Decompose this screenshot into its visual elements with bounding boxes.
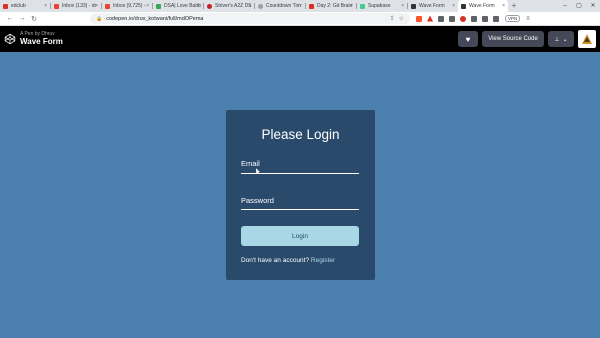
- no-account-text: Don't have an account?: [241, 257, 310, 264]
- browser-tab[interactable]: edclub ×: [0, 0, 50, 12]
- gmail-icon: [105, 3, 110, 9]
- view-source-button[interactable]: View Source Code: [482, 31, 544, 47]
- bookmark-star-icon[interactable]: ☆: [399, 15, 404, 22]
- heart-icon: ♥: [465, 34, 471, 44]
- tab-label: Wave Form: [419, 3, 445, 9]
- extension-icon[interactable]: [438, 15, 444, 22]
- url-text: codepen.io/druv_kotwani/full/mdOPema: [106, 15, 204, 22]
- address-bar[interactable]: 🔒 codepen.io/druv_kotwani/full/mdOPema ⇪…: [90, 13, 410, 24]
- browser-tab[interactable]: DSA| Love Babb ×: [153, 0, 203, 12]
- gmail-icon: [54, 3, 59, 9]
- browser-tab[interactable]: Day 2: Git Brain ×: [306, 0, 356, 12]
- back-icon[interactable]: ←: [4, 15, 16, 22]
- browser-tab[interactable]: Inbox (9,725) - ×: [102, 0, 152, 12]
- close-tab-icon[interactable]: ×: [248, 3, 251, 9]
- extensions-area: [416, 15, 499, 22]
- window-controls: – ▢ ✕: [558, 0, 600, 12]
- codepen-icon: [411, 3, 416, 9]
- login-button[interactable]: Login: [241, 226, 359, 246]
- youtube-icon: [309, 3, 314, 9]
- sheets-icon: [156, 3, 161, 9]
- header-actions: ♥ View Source Code ⊥ ⌄: [458, 30, 596, 48]
- sidebar-icon[interactable]: [482, 15, 488, 22]
- maximize-icon[interactable]: ▢: [572, 0, 586, 12]
- email-field[interactable]: [241, 173, 359, 174]
- browser-tab-active[interactable]: Wave Form ×: [458, 0, 508, 12]
- browser-tab[interactable]: Supabase ×: [357, 0, 407, 12]
- register-prompt: Don't have an account? Register: [241, 257, 335, 264]
- share-icon[interactable]: ⇪: [390, 15, 395, 22]
- tab-label: Day 2: Git Brain: [317, 3, 353, 9]
- browser-tab[interactable]: Striver's A2Z DS ×: [204, 0, 254, 12]
- chevron-down-icon: ⌄: [562, 36, 568, 43]
- close-tab-icon[interactable]: ×: [401, 3, 404, 9]
- minimize-icon[interactable]: –: [558, 0, 572, 12]
- close-tab-icon[interactable]: ×: [44, 3, 47, 9]
- tab-label: Supabase: [368, 3, 391, 9]
- tab-label: Inbox (9,725) -: [113, 3, 146, 9]
- login-title: Please Login: [261, 127, 340, 142]
- close-tab-icon[interactable]: ×: [95, 3, 98, 9]
- user-avatar-icon: [582, 34, 592, 44]
- tab-label: Wave Form: [469, 3, 495, 9]
- lock-icon[interactable]: 🔒: [96, 16, 102, 22]
- pin-icon: ⊥: [554, 36, 560, 43]
- codepen-icon: [461, 3, 466, 9]
- puzzle-icon[interactable]: [471, 15, 477, 22]
- pin-button[interactable]: ⊥ ⌄: [548, 31, 574, 47]
- codepen-header: A Pen by Dhruv Wave Form ♥ View Source C…: [0, 26, 600, 52]
- password-label: Password: [241, 196, 274, 205]
- close-tab-icon[interactable]: ×: [350, 3, 353, 9]
- close-tab-icon[interactable]: ×: [197, 3, 200, 9]
- close-window-icon[interactable]: ✕: [586, 0, 600, 12]
- menu-icon[interactable]: ≡: [526, 16, 530, 22]
- register-link[interactable]: Register: [311, 257, 335, 264]
- browser-tab[interactable]: Countdown Tim ×: [255, 0, 305, 12]
- browser-toolbar: ← → ↻ 🔒 codepen.io/druv_kotwani/full/mdO…: [0, 12, 600, 26]
- close-tab-icon[interactable]: ×: [299, 3, 302, 9]
- brave-shield-icon[interactable]: [416, 15, 422, 22]
- browser-tab[interactable]: Wave Form ×: [408, 0, 458, 12]
- reload-icon[interactable]: ↻: [28, 15, 40, 23]
- avatar[interactable]: [578, 30, 596, 48]
- tab-label: Inbox (133) - dr: [62, 3, 97, 9]
- vpn-button[interactable]: VPN: [505, 15, 521, 22]
- record-icon[interactable]: [460, 15, 466, 22]
- browser-tab[interactable]: Inbox (133) - dr ×: [51, 0, 101, 12]
- supabase-icon: [360, 3, 365, 9]
- login-card: Please Login Email Password Login Don't …: [226, 110, 375, 280]
- tab-label: edclub: [11, 3, 26, 9]
- new-tab-button[interactable]: +: [508, 0, 520, 12]
- close-tab-icon[interactable]: ×: [502, 3, 505, 9]
- close-tab-icon[interactable]: ×: [146, 3, 149, 9]
- codepen-logo-icon[interactable]: [4, 33, 16, 45]
- browser-tab-strip: edclub × Inbox (133) - dr × Inbox (9,725) …: [0, 0, 600, 12]
- heart-button[interactable]: ♥: [458, 31, 478, 47]
- extension-icon[interactable]: [449, 15, 455, 22]
- tab-label: Striver's A2Z DS: [215, 3, 252, 9]
- password-field[interactable]: [241, 209, 359, 210]
- tab-favicon-icon: [3, 3, 8, 9]
- pen-info: A Pen by Dhruv Wave Form: [20, 32, 63, 46]
- forward-icon[interactable]: →: [16, 15, 28, 22]
- tab-favicon-icon: [207, 3, 212, 9]
- wallet-icon[interactable]: [493, 15, 499, 22]
- close-tab-icon[interactable]: ×: [452, 3, 455, 9]
- tab-label: Countdown Tim: [266, 3, 301, 9]
- tab-favicon-icon: [258, 3, 263, 9]
- tab-label: DSA| Love Babb: [164, 3, 201, 9]
- pen-title: Wave Form: [20, 37, 63, 46]
- brave-rewards-icon[interactable]: [427, 15, 433, 22]
